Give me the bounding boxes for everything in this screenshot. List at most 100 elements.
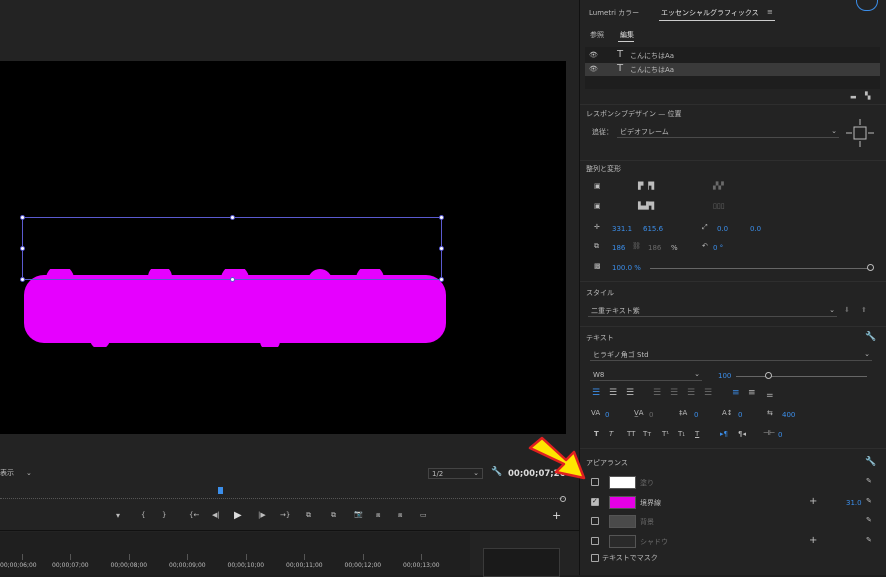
align-left-icon[interactable]: ▙▟▜: [638, 203, 654, 210]
tracking-value[interactable]: 0: [605, 412, 609, 419]
tsume-value[interactable]: 400: [782, 412, 795, 419]
justify-icon[interactable]: ☰: [670, 389, 678, 398]
small-caps-icon[interactable]: Tт: [643, 431, 651, 438]
subtab-edit[interactable]: 編集: [620, 32, 634, 39]
bbox-handle[interactable]: [230, 215, 235, 220]
tab-width-value[interactable]: 0: [778, 432, 782, 439]
sync-icon[interactable]: [856, 0, 878, 11]
bbox-handle[interactable]: [439, 215, 444, 220]
baseline-value[interactable]: 0: [738, 412, 742, 419]
font-size-slider-handle[interactable]: [765, 372, 772, 379]
align-bottom-text-icon[interactable]: =: [766, 392, 774, 401]
bbox-handle[interactable]: [439, 277, 444, 282]
distribute-icon[interactable]: ▯▯▯: [713, 203, 725, 210]
resolution-dropdown[interactable]: 1/2 ⌄: [428, 468, 483, 479]
scrub-end-circle[interactable]: [560, 496, 566, 502]
plus-button[interactable]: +: [552, 510, 561, 521]
justify-icon[interactable]: ☰: [653, 389, 661, 398]
pin-to-dropdown[interactable]: ビデオフレーム ⌄: [617, 127, 839, 138]
go-to-out-button[interactable]: →}: [280, 512, 290, 519]
add-marker-button[interactable]: ▾: [116, 512, 120, 520]
scale-height[interactable]: 186: [648, 245, 661, 252]
stroke-width-value[interactable]: 31.0: [846, 499, 862, 507]
bbox-handle[interactable]: [230, 277, 235, 282]
subtab-browse[interactable]: 参照: [590, 32, 604, 39]
eyedropper-icon[interactable]: ✎: [866, 536, 872, 544]
canvas-title-text[interactable]: [20, 265, 450, 351]
color-swatch[interactable]: [609, 495, 636, 509]
playhead-marker[interactable]: [218, 487, 223, 494]
position-y[interactable]: 615.6: [643, 226, 663, 233]
position-x[interactable]: 331.1: [612, 226, 632, 233]
font-dropdown[interactable]: ヒラギノ角ゴ Std ⌄: [590, 350, 872, 361]
eye-icon[interactable]: 👁: [589, 66, 598, 73]
go-to-in-button[interactable]: {←: [189, 512, 199, 519]
play-button[interactable]: ▶: [234, 511, 242, 521]
link-icon[interactable]: ⛓: [632, 243, 641, 250]
extract-button[interactable]: ⧉: [331, 512, 336, 519]
font-size-value[interactable]: 100: [718, 373, 731, 380]
bbox-handle[interactable]: [439, 246, 444, 251]
scrub-bar[interactable]: [0, 492, 566, 499]
new-group-icon[interactable]: ▬: [850, 94, 857, 101]
fit-dropdown[interactable]: 表示 ⌄: [0, 470, 36, 480]
wrench-icon[interactable]: 🔧: [491, 468, 502, 477]
tab-lumetri[interactable]: Lumetri カラー: [589, 10, 639, 17]
add-icon[interactable]: +: [809, 496, 817, 507]
anchor-y[interactable]: 0.0: [750, 226, 761, 233]
opacity-value[interactable]: 100.0 %: [612, 265, 641, 272]
align-right-text-icon[interactable]: ☰: [626, 389, 634, 398]
menu-icon[interactable]: ≡: [767, 9, 773, 16]
eyedropper-icon[interactable]: ✎: [866, 517, 872, 524]
align-left-text-icon[interactable]: ☰: [592, 389, 600, 398]
align-top-text-icon[interactable]: ≡: [732, 389, 740, 398]
pin-selector-widget[interactable]: [845, 118, 875, 148]
rtl-icon[interactable]: ¶◂: [738, 431, 746, 438]
align-to-selection-icon[interactable]: ▣: [594, 203, 601, 210]
opacity-slider[interactable]: [650, 268, 872, 269]
align-center-text-icon[interactable]: ☰: [609, 389, 617, 398]
color-swatch[interactable]: [609, 515, 636, 528]
weight-dropdown[interactable]: W8 ⌄: [590, 370, 702, 381]
step-back-button[interactable]: ◀|: [212, 512, 220, 519]
comparison-view-button[interactable]: ⧈: [376, 512, 380, 519]
appearance-checkbox[interactable]: ✓: [591, 497, 599, 506]
anchor-x[interactable]: 0.0: [717, 226, 728, 233]
all-caps-icon[interactable]: TT: [627, 431, 635, 438]
color-swatch[interactable]: [609, 476, 636, 489]
rotation-value[interactable]: 0 °: [713, 245, 723, 252]
bbox-handle[interactable]: [20, 246, 25, 251]
layer-row[interactable]: 👁 T こんにちはAa: [585, 49, 880, 62]
bbox-handle[interactable]: [20, 277, 25, 282]
mask-with-text-checkbox[interactable]: [591, 554, 599, 562]
tab-essential-graphics[interactable]: エッセンシャルグラフィックス: [661, 10, 759, 17]
mark-out-button[interactable]: }: [162, 512, 166, 519]
push-style-down-icon[interactable]: ⬇: [844, 307, 850, 314]
layer-row-selected[interactable]: 👁 T こんにちはAa: [585, 63, 880, 76]
appearance-checkbox[interactable]: [591, 536, 599, 545]
superscript-icon[interactable]: T¹: [662, 431, 669, 438]
faux-italic-icon[interactable]: T: [609, 431, 613, 438]
step-forward-button[interactable]: |▶: [258, 512, 266, 519]
add-icon[interactable]: +: [809, 535, 817, 546]
appearance-checkbox[interactable]: [591, 478, 599, 486]
eyedropper-icon[interactable]: ✎: [866, 497, 872, 505]
bbox-handle[interactable]: [20, 215, 25, 220]
opacity-slider-handle[interactable]: [867, 264, 874, 271]
faux-bold-icon[interactable]: T: [594, 431, 599, 438]
align-top-icon[interactable]: ▛▕▜: [638, 183, 654, 190]
appearance-checkbox[interactable]: [591, 517, 599, 525]
eyedropper-icon[interactable]: ✎: [866, 478, 872, 485]
subscript-icon[interactable]: T₁: [678, 431, 685, 438]
wrench-icon[interactable]: 🔧: [865, 458, 876, 467]
leading-value[interactable]: 0: [694, 412, 698, 419]
justify-all-icon[interactable]: ☰: [704, 389, 712, 398]
justify-icon[interactable]: ☰: [687, 389, 695, 398]
vr-button[interactable]: ⧈: [398, 512, 402, 519]
push-style-up-icon[interactable]: ⬆: [861, 307, 867, 314]
eye-icon[interactable]: 👁: [589, 52, 598, 59]
safe-margins-button[interactable]: ▭: [420, 512, 427, 519]
wrench-icon[interactable]: 🔧: [865, 333, 876, 342]
font-size-slider[interactable]: [736, 376, 867, 377]
mark-in-button[interactable]: {: [141, 512, 145, 519]
